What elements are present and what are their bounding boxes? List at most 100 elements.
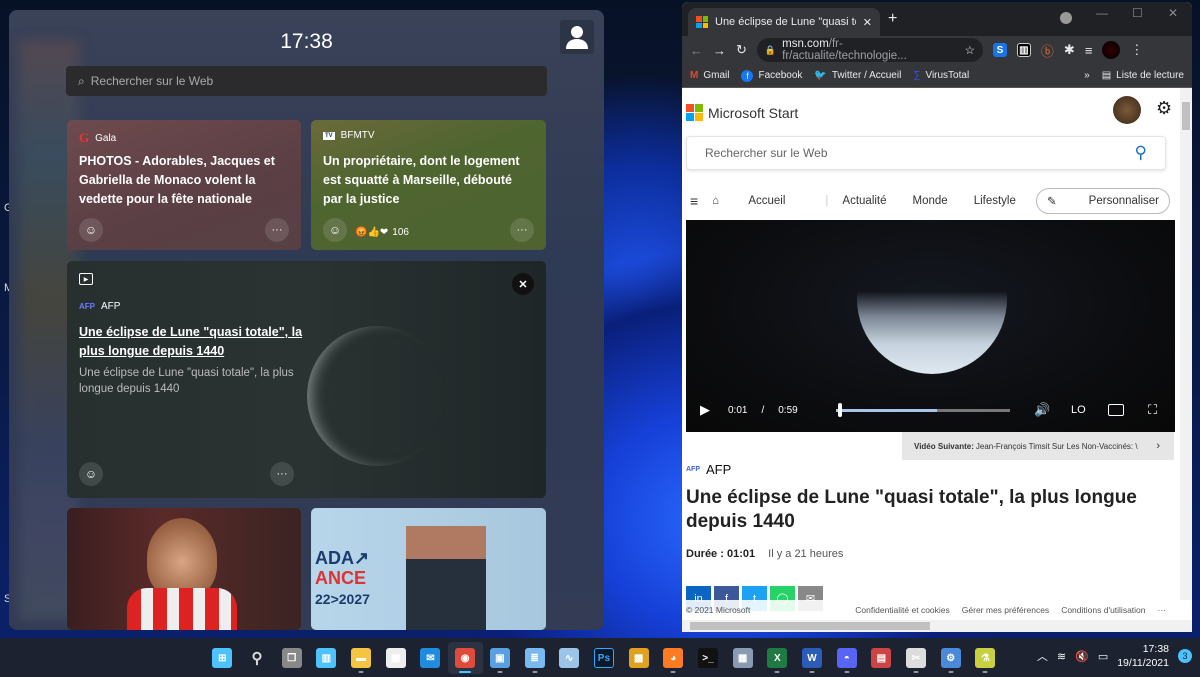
more-options-button[interactable]: ··· [510,218,534,242]
nav-actualite[interactable]: Actualité [842,195,886,207]
taskbar-app-file-explorer[interactable]: ▬ [344,642,379,674]
taskbar-clock[interactable]: 17:38 19/11/2021 [1117,642,1169,670]
taskbar-app-excel[interactable]: X [760,642,795,674]
more-options-button[interactable]: ··· [270,462,294,486]
bookmark-facebook[interactable]: f Facebook [741,69,802,82]
minimize-button[interactable]: — [1096,6,1108,20]
new-tab-button[interactable]: + [888,10,897,28]
taskbar-app-notepad[interactable]: ≣ [517,642,552,674]
volume-muted-icon[interactable]: 🔇 [1075,650,1089,663]
next-video-bar[interactable]: Vidéo Suivante: Jean-François Timsit Sur… [902,432,1174,460]
taskbar-app-snipping[interactable]: ✂ [899,642,934,674]
extension-s-icon[interactable]: S [992,43,1007,57]
nav-accueil[interactable]: ⌂ Accueil [712,195,811,207]
taskbar-app-terminal[interactable]: >_ [691,642,726,674]
bookmark-twitter[interactable]: 🐦 Twitter / Accueil [814,70,901,81]
taskbar-app-monitor[interactable]: ∿ [552,642,587,674]
maximize-button[interactable]: ☐ [1132,6,1143,20]
settings-gear-icon[interactable]: ⚙ [1156,98,1172,119]
captions-icon[interactable] [1108,404,1124,416]
msn-search-input[interactable]: Rechercher sur le Web ⚲ [686,136,1166,170]
vertical-scrollbar[interactable] [1180,88,1192,600]
card-title[interactable]: PHOTOS - Adorables, Jacques et Gabriella… [79,152,289,209]
news-card[interactable]: G Gala PHOTOS - Adorables, Jacques et Ga… [67,120,301,250]
taskbar-app-remote-desktop[interactable]: ▣ [483,642,518,674]
bookmark-gmail[interactable]: M Gmail [690,70,729,81]
taskbar-app-start[interactable]: ⊞ [205,642,240,674]
scrollbar-thumb[interactable] [1182,102,1190,130]
play-button[interactable]: ▶ [700,402,710,418]
taskbar-app-search[interactable]: ⚲ [240,642,275,674]
taskbar-app-widgets[interactable]: ▥ [309,642,344,674]
close-button[interactable]: ✕ [512,273,534,295]
microsoft-start-logo[interactable]: Microsoft Start [686,104,798,121]
close-window-button[interactable]: ✕ [1168,6,1178,20]
menu-kebab-icon[interactable]: ⋮ [1130,42,1143,58]
nav-monde[interactable]: Monde [913,195,948,207]
user-avatar[interactable] [1113,96,1141,124]
more-options-button[interactable]: ··· [265,218,289,242]
taskbar-app-lab[interactable]: ⚗ [968,642,1003,674]
profile-avatar[interactable] [1102,41,1121,59]
add-reaction-button[interactable]: ☺ [79,462,103,486]
card-title[interactable]: Une éclipse de Lune "quasi totale", la p… [79,323,304,361]
hamburger-menu-icon[interactable]: ≡ [690,193,698,209]
taskbar-app-firefox[interactable]: ◕ [656,642,691,674]
seek-handle[interactable] [837,403,842,417]
show-hidden-icons-button[interactable]: ︿ [1037,648,1048,664]
forward-button[interactable]: → [713,43,726,58]
add-reaction-button[interactable]: ☺ [79,218,103,242]
battery-icon[interactable]: ▭ [1098,650,1108,663]
taskbar-app-word[interactable]: W [795,642,830,674]
reload-button[interactable]: ↻ [736,42,747,58]
fullscreen-icon[interactable]: ⛶ [1148,402,1157,418]
add-reaction-button[interactable]: ☺ [323,218,347,242]
back-button[interactable]: ← [690,43,703,58]
wifi-icon[interactable]: ≋ [1057,650,1066,663]
bookmarks-overflow-button[interactable]: » [1084,70,1090,81]
taskbar-app-mail[interactable]: ✉ [413,642,448,674]
taskbar-app-task-view[interactable]: ❐ [274,642,309,674]
footer-link-preferences[interactable]: Gérer mes préférences [962,605,1049,615]
taskbar-app-photoshop[interactable]: Ps [587,642,622,674]
taskbar-app-settings[interactable]: ⚙ [933,642,968,674]
extensions-puzzle-icon[interactable]: ✱ [1064,42,1075,58]
scrollbar-thumb[interactable] [690,622,930,630]
personalize-button[interactable]: ✎ Personnaliser [1036,188,1170,214]
footer-link-terms[interactable]: Conditions d'utilisation [1061,605,1145,615]
taskbar-app-chrome[interactable]: ◉ [447,642,483,674]
taskbar-app-tool[interactable]: ▤ [864,642,899,674]
browser-tab[interactable]: Une éclipse de Lune "quasi totale", la p… [688,8,880,36]
horizontal-scrollbar[interactable] [682,620,1192,632]
notification-badge[interactable]: 3 [1178,649,1192,663]
video-seek-bar[interactable] [836,403,1010,417]
taskbar-app-calculator[interactable]: ▦ [725,642,760,674]
footer-link-privacy[interactable]: Confidentialité et cookies [855,605,950,615]
reactions-summary[interactable]: 😡👍❤ 106 [355,227,409,238]
video-player[interactable]: ▶ 0:01 / 0:59 🔊 LO ⛶ [686,220,1175,432]
reading-list-button[interactable]: ▤ Liste de lecture [1102,70,1184,81]
taskbar-app-palette[interactable]: ▩ [621,642,656,674]
profile-button[interactable] [560,20,594,54]
close-tab-icon[interactable]: ✕ [863,16,872,29]
bookmark-star-icon[interactable]: ☆ [965,43,975,57]
media-control-icon[interactable]: ≡ [1085,43,1093,58]
widgets-search-input[interactable]: ⌕ Rechercher sur le Web [66,66,547,96]
taskbar-app-discord[interactable]: ◓ [829,642,864,674]
extension-b-icon[interactable]: ⓑ [1041,41,1054,60]
taskbar-app-store[interactable]: ▦ [378,642,413,674]
footer-more-button[interactable]: ··· [1158,605,1167,615]
news-card[interactable]: TV BFMTV Un propriétaire, dont le logeme… [311,120,546,250]
video-news-card[interactable]: ▶ ✕ AFP AFP Une éclipse de Lune "quasi t… [67,261,546,498]
article-source[interactable]: AFP AFP [686,462,731,477]
bookmark-virustotal[interactable]: ∑ VirusTotal [913,70,969,81]
search-icon[interactable]: ⚲ [1135,143,1147,163]
extension-trash-icon[interactable]: ▥ [1016,43,1031,57]
nav-lifestyle[interactable]: Lifestyle [974,195,1016,207]
address-bar[interactable]: 🔒 msn.com/fr-fr/actualite/technologie...… [756,38,983,62]
quality-button[interactable]: LO [1071,404,1086,416]
volume-icon[interactable]: 🔊 [1034,402,1050,418]
news-card-image[interactable] [67,508,301,630]
news-card-image[interactable]: ADA↗ ANCE 22>2027 [311,508,546,630]
card-title[interactable]: Un propriétaire, dont le logement est sq… [323,152,534,209]
